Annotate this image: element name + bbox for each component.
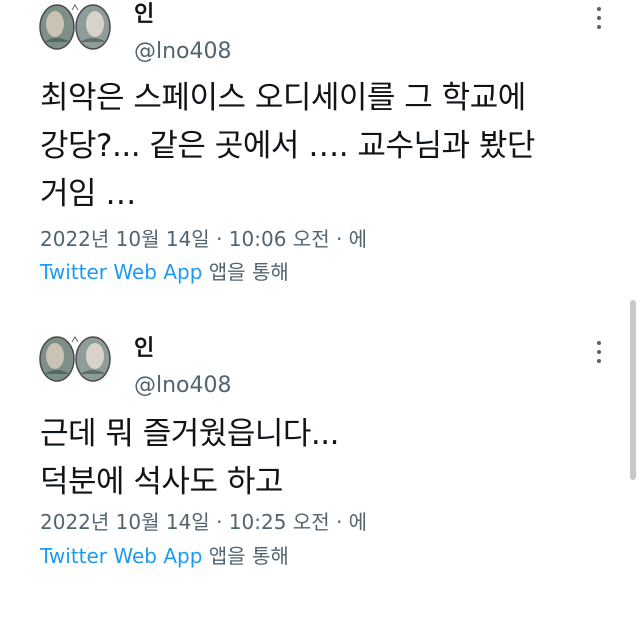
more-vertical-icon[interactable] bbox=[596, 6, 602, 30]
tweet[interactable]: 인 @lno408 최악은 스페이스 오디세이를 그 학교에 강당?... 같은… bbox=[0, 0, 640, 300]
scrollbar[interactable] bbox=[630, 300, 636, 480]
tweet-source: Twitter Web App 앱을 통해 bbox=[40, 262, 289, 282]
tweet-source: Twitter Web App 앱을 통해 bbox=[40, 546, 289, 566]
more-vertical-icon[interactable] bbox=[596, 340, 602, 364]
source-app-link[interactable]: Twitter Web App bbox=[40, 544, 202, 568]
tweet-time: 10:25 오전 bbox=[228, 510, 330, 534]
tweet-date: 2022년 10월 14일 bbox=[40, 510, 210, 534]
tweet-text: 최악은 스페이스 오디세이를 그 학교에 강당?... 같은 곳에서 …. 교수… bbox=[40, 80, 535, 212]
display-name[interactable]: 인 bbox=[134, 4, 154, 26]
meta-separator: · bbox=[216, 227, 223, 251]
user-handle[interactable]: @lno408 bbox=[134, 41, 232, 63]
user-handle[interactable]: @lno408 bbox=[134, 375, 232, 397]
meta-trailing: · 에 bbox=[335, 227, 368, 251]
tweet-text: 근데 뭐 즐거웠읍니다... 덕분에 석사도 하고 bbox=[40, 416, 339, 500]
tweet-timestamp[interactable]: 2022년 10월 14일 · 10:25 오전 · 에 bbox=[40, 512, 367, 532]
meta-trailing: · 에 bbox=[335, 510, 368, 534]
source-app-link[interactable]: Twitter Web App bbox=[40, 260, 202, 284]
source-suffix: 앱을 통해 bbox=[208, 260, 289, 284]
tweet-time: 10:06 오전 bbox=[228, 227, 330, 251]
avatar[interactable] bbox=[38, 334, 112, 382]
tweet-date: 2022년 10월 14일 bbox=[40, 227, 210, 251]
display-name[interactable]: 인 bbox=[134, 338, 154, 360]
tweet[interactable]: 인 @lno408 근데 뭐 즐거웠읍니다... 덕분에 석사도 하고 2022… bbox=[0, 318, 640, 608]
meta-separator: · bbox=[216, 510, 223, 534]
avatar[interactable] bbox=[38, 2, 112, 50]
source-suffix: 앱을 통해 bbox=[208, 544, 289, 568]
tweet-timestamp[interactable]: 2022년 10월 14일 · 10:06 오전 · 에 bbox=[40, 229, 367, 249]
